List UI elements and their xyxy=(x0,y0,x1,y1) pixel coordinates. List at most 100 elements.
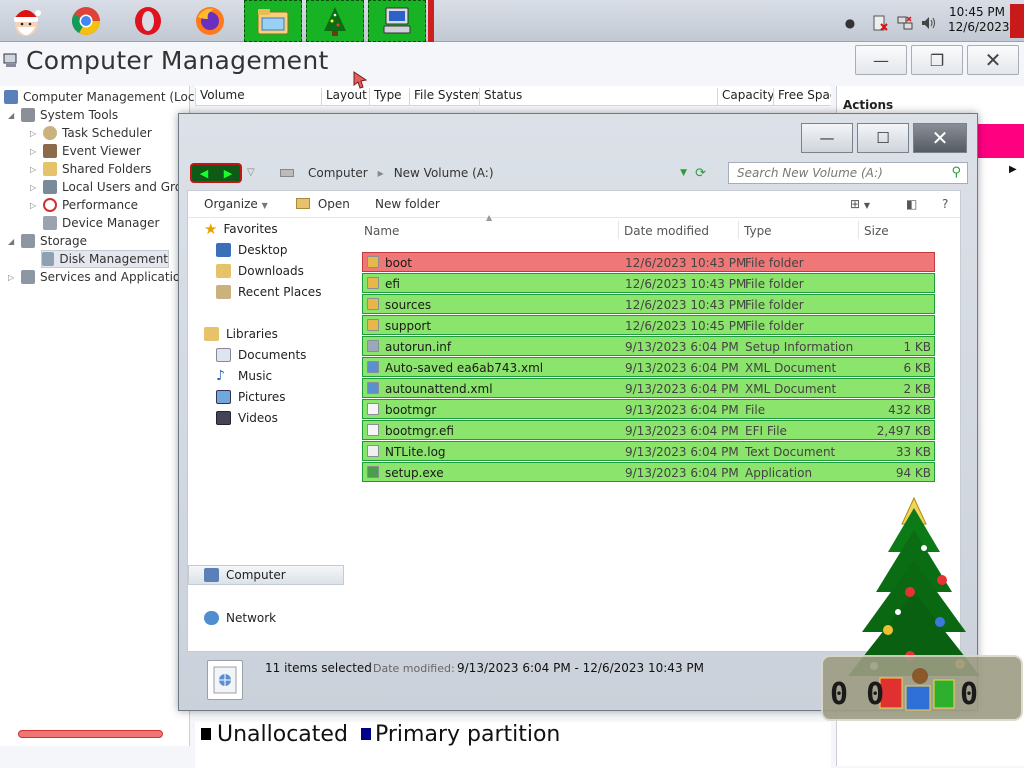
address-dropdown-icon[interactable]: ▼ xyxy=(680,168,687,178)
breadcrumb-volume[interactable]: New Volume (A:) xyxy=(394,166,494,180)
nav-documents[interactable]: Documents xyxy=(216,345,306,365)
refresh-icon[interactable]: ⟳ xyxy=(695,166,706,181)
open-button[interactable]: Open xyxy=(296,197,350,211)
open-folder-icon xyxy=(296,198,310,209)
tree-item-services[interactable]: ▷ Services and Applications xyxy=(8,268,194,286)
expand-arrow-icon[interactable]: ▶ xyxy=(1009,164,1017,175)
computer-icon[interactable] xyxy=(368,0,426,42)
xmas-tree-icon[interactable] xyxy=(306,0,364,42)
forward-button[interactable]: ▶ xyxy=(216,165,240,181)
file-row[interactable]: sources 12/6/2023 10:43 PM File folder xyxy=(362,294,935,314)
column-type[interactable]: Type xyxy=(744,224,772,238)
back-button[interactable]: ◀ xyxy=(192,165,216,181)
search-icon[interactable]: ⚲ xyxy=(951,165,961,180)
tree-item-task-scheduler[interactable]: ▷ Task Scheduler xyxy=(30,124,152,142)
firefox-icon[interactable] xyxy=(190,2,230,40)
nav-computer[interactable]: Computer xyxy=(204,565,286,585)
help-icon[interactable]: ? xyxy=(942,197,948,211)
selection-count: 11 items selected xyxy=(265,661,372,675)
column-file-system[interactable]: File System xyxy=(409,88,479,106)
column-capacity[interactable]: Capacity xyxy=(717,88,773,106)
nav-network[interactable]: Network xyxy=(204,608,276,628)
nav-libraries[interactable]: Libraries xyxy=(204,324,278,344)
column-divider[interactable] xyxy=(738,221,739,239)
tree-item-disk-management[interactable]: Disk Management xyxy=(41,250,169,268)
device-manager-icon xyxy=(43,216,57,230)
expand-arrow-icon[interactable]: ▷ xyxy=(30,165,40,174)
file-row[interactable]: Auto-saved ea6ab743.xml 9/13/2023 6:04 PM… xyxy=(362,357,935,377)
view-options-icon[interactable]: ⊞ ▼ xyxy=(850,197,870,211)
expand-arrow-icon[interactable]: ▷ xyxy=(30,129,40,138)
column-type[interactable]: Type xyxy=(369,88,409,106)
santa-app-icon[interactable] xyxy=(6,2,46,40)
file-explorer-icon[interactable] xyxy=(244,0,302,42)
file-row[interactable]: bootmgr 9/13/2023 6:04 PM File 432 KB xyxy=(362,399,935,419)
file-row[interactable]: autorun.inf 9/13/2023 6:04 PM Setup Inform… xyxy=(362,336,935,356)
nav-desktop[interactable]: Desktop xyxy=(216,240,288,260)
column-layout[interactable]: Layout xyxy=(321,88,369,106)
expand-arrow-icon[interactable]: ▷ xyxy=(8,273,18,282)
system-tools-icon xyxy=(21,108,35,122)
tree-item-local-users[interactable]: ▷ Local Users and Group xyxy=(30,178,197,196)
expand-arrow-icon[interactable]: ▷ xyxy=(30,201,40,210)
opera-icon[interactable] xyxy=(128,2,168,40)
nav-downloads[interactable]: Downloads xyxy=(216,261,304,281)
nav-music[interactable]: ♪ Music xyxy=(216,366,272,386)
volume-list-header: Volume Layout Type File System Status Ca… xyxy=(195,86,831,106)
column-divider[interactable] xyxy=(618,221,619,239)
nav-pictures[interactable]: Pictures xyxy=(216,387,286,407)
file-row[interactable]: autounattend.xml 9/13/2023 6:04 PM XML Doc… xyxy=(362,378,935,398)
nav-videos[interactable]: Videos xyxy=(216,408,278,428)
volume-icon[interactable] xyxy=(920,15,936,31)
horizontal-scrollbar[interactable] xyxy=(18,730,163,738)
tree-item-system-tools[interactable]: ◢ System Tools xyxy=(8,106,118,124)
recent-pages-chevron-icon[interactable]: ▽ xyxy=(247,167,255,178)
file-row[interactable]: boot 12/6/2023 10:43 PM File folder xyxy=(362,252,935,272)
file-row[interactable]: efi 12/6/2023 10:43 PM File folder xyxy=(362,273,935,293)
file-row[interactable]: NTLite.log 9/13/2023 6:04 PM Text Document… xyxy=(362,441,935,461)
address-bar[interactable]: Computer ▸ New Volume (A:) ▼ ⟳ xyxy=(280,162,718,184)
explorer-minimize-button[interactable]: — xyxy=(801,123,853,153)
tree-item-storage[interactable]: ◢ Storage xyxy=(8,232,87,250)
file-row[interactable]: support 12/6/2023 10:45 PM File folder xyxy=(362,315,935,335)
explorer-close-button[interactable]: ✕ xyxy=(913,123,967,153)
breadcrumb-computer[interactable]: Computer xyxy=(308,166,368,180)
nav-favorites[interactable]: ★ Favorites xyxy=(204,219,278,239)
collapse-arrow-icon[interactable]: ◢ xyxy=(8,111,18,120)
new-folder-button[interactable]: New folder xyxy=(375,197,440,211)
close-button[interactable]: ✕ xyxy=(967,45,1019,75)
tree-item-shared-folders[interactable]: ▷ Shared Folders xyxy=(30,160,151,178)
preview-pane-icon[interactable]: ◧ xyxy=(906,197,917,211)
file-date-modified: 9/13/2023 6:04 PM xyxy=(625,361,739,375)
nav-recent-places[interactable]: Recent Places xyxy=(216,282,321,302)
tree-item-device-manager[interactable]: Device Manager xyxy=(43,214,159,232)
clock[interactable]: 10:45 PM 12/6/2023 xyxy=(948,5,1010,35)
network-icon[interactable] xyxy=(897,15,913,31)
column-volume[interactable]: Volume xyxy=(195,88,321,106)
tree-item-computer-management[interactable]: Computer Management (Local xyxy=(4,88,205,106)
minimize-button[interactable]: — xyxy=(855,45,907,75)
file-icon xyxy=(367,424,379,436)
column-status[interactable]: Status xyxy=(479,88,717,106)
tree-item-performance[interactable]: ▷ Performance xyxy=(30,196,138,214)
file-row[interactable]: setup.exe 9/13/2023 6:04 PM Application 94 … xyxy=(362,462,935,482)
collapse-arrow-icon[interactable]: ◢ xyxy=(8,237,18,246)
column-name[interactable]: Name xyxy=(364,224,399,238)
column-divider[interactable] xyxy=(858,221,859,239)
tray-dot-icon[interactable]: ● xyxy=(842,15,858,31)
column-free-space[interactable]: Free Spac xyxy=(773,88,831,106)
restore-button[interactable]: ❐ xyxy=(911,45,963,75)
chrome-icon[interactable] xyxy=(66,2,106,40)
search-input[interactable]: Search New Volume (A:) ⚲ xyxy=(728,162,968,184)
organize-button[interactable]: Organize ▼ xyxy=(204,197,268,211)
file-row[interactable]: bootmgr.efi 9/13/2023 6:04 PM EFI File 2,49… xyxy=(362,420,935,440)
action-center-icon[interactable] xyxy=(872,15,888,31)
explorer-maximize-button[interactable]: ☐ xyxy=(857,123,909,153)
column-date-modified[interactable]: Date modified xyxy=(624,224,709,238)
show-desktop-button[interactable] xyxy=(1010,4,1024,38)
tree-item-event-viewer[interactable]: ▷ Event Viewer xyxy=(30,142,141,160)
expand-arrow-icon[interactable]: ▷ xyxy=(30,183,40,192)
column-size[interactable]: Size xyxy=(864,224,889,238)
breadcrumb-separator-icon[interactable]: ▸ xyxy=(378,166,384,180)
expand-arrow-icon[interactable]: ▷ xyxy=(30,147,40,156)
